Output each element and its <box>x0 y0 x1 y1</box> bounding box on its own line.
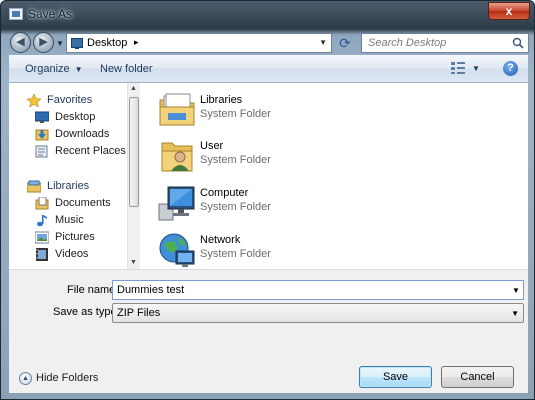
sidebar-item-label: Downloads <box>55 128 110 140</box>
navigation-pane-scrollbar[interactable]: ▲ ▼ <box>127 83 140 269</box>
item-name: Computer <box>200 187 249 199</box>
search-box[interactable]: Search Desktop <box>361 33 529 53</box>
file-name-label: File name: <box>67 284 119 296</box>
dialog-icon <box>9 8 23 20</box>
save-options-panel: File name: ▼ Save as type: ZIP Files ▼ ▲… <box>9 269 528 393</box>
recent-locations-dropdown[interactable]: ▼ <box>56 39 64 48</box>
videos-icon <box>36 248 48 261</box>
navigation-pane: Favorites Desktop Downloads Recent Place… <box>9 83 127 269</box>
libraries-icon <box>27 180 41 193</box>
item-name: Network <box>200 234 241 246</box>
file-list: Libraries System Folder User System Fold… <box>140 83 528 269</box>
address-bar[interactable]: Desktop ▸ ▼ <box>66 33 332 53</box>
sidebar-item-label: Recent Places <box>55 145 126 157</box>
forward-arrow-icon: ▶ <box>39 36 48 48</box>
sidebar-item-label: Music <box>55 214 84 226</box>
refresh-icon: ⟳ <box>339 35 351 51</box>
user-folder-icon <box>161 142 193 172</box>
address-location[interactable]: Desktop <box>87 37 127 49</box>
sidebar-group-label: Libraries <box>47 180 90 192</box>
chevron-down-icon: ▼ <box>511 309 519 318</box>
network-icon <box>159 233 195 267</box>
change-view-icon[interactable] <box>451 62 465 74</box>
organize-menu[interactable]: Organize ▼ <box>25 63 83 75</box>
list-item-user[interactable]: User System Folder <box>156 135 356 179</box>
item-type: System Folder <box>200 108 271 120</box>
sidebar-item-label: Desktop <box>55 111 96 123</box>
documents-icon <box>35 197 49 210</box>
item-name: Libraries <box>200 94 243 106</box>
new-folder-button[interactable]: New folder <box>100 63 153 75</box>
close-button[interactable]: x <box>488 2 530 20</box>
scroll-up-icon[interactable]: ▲ <box>130 85 137 92</box>
libraries-folder-icon <box>159 93 195 126</box>
recent-places-icon <box>35 145 48 158</box>
file-name-input[interactable] <box>112 280 524 300</box>
address-dropdown-icon[interactable]: ▼ <box>319 38 327 47</box>
pictures-icon <box>35 231 49 244</box>
list-item-libraries[interactable]: Libraries System Folder <box>156 89 356 133</box>
desktop-icon <box>35 111 49 123</box>
address-separator-icon[interactable]: ▸ <box>134 37 139 48</box>
sidebar-item-label: Documents <box>55 197 111 209</box>
cancel-button[interactable]: Cancel <box>441 366 514 388</box>
item-type: System Folder <box>200 201 271 213</box>
sidebar-group-label: Favorites <box>47 94 93 106</box>
window-title: Save As <box>28 7 73 21</box>
hide-folders-label: Hide Folders <box>36 372 99 384</box>
save-button[interactable]: Save <box>359 366 432 388</box>
title-bar[interactable]: Save As x <box>1 1 535 29</box>
list-item-network[interactable]: Network System Folder <box>156 229 356 273</box>
list-item-computer[interactable]: Computer System Folder <box>156 182 356 226</box>
command-toolbar: Organize ▼ New folder ▼ ? <box>9 55 528 83</box>
search-icon[interactable] <box>512 37 524 49</box>
view-options-dropdown[interactable]: ▼ <box>472 64 480 73</box>
sidebar-item-label: Videos <box>55 248 89 260</box>
save-as-type-value: ZIP Files <box>117 307 161 319</box>
downloads-icon <box>35 129 49 141</box>
navigation-bar: ◀ ▶ ▼ Desktop ▸ ▼ ⟳ Search Desktop <box>1 29 535 55</box>
dialog-content: Organize ▼ New folder ▼ ? Favorites Deskt… <box>9 55 528 393</box>
star-icon <box>27 94 41 107</box>
item-type: System Folder <box>200 154 271 166</box>
item-name: User <box>200 140 224 152</box>
computer-icon <box>158 186 195 221</box>
back-button[interactable]: ◀ <box>10 32 31 53</box>
back-arrow-icon: ◀ <box>16 36 25 48</box>
save-as-dialog: Save As x ◀ ▶ ▼ Desktop ▸ ▼ ⟳ Search Des… <box>0 0 535 400</box>
organize-label: Organize <box>25 63 70 75</box>
file-name-dropdown-icon[interactable]: ▼ <box>512 286 520 295</box>
refresh-button[interactable]: ⟳ <box>336 34 354 52</box>
scrollbar-thumb[interactable] <box>129 97 139 207</box>
item-type: System Folder <box>200 248 271 260</box>
desktop-location-icon <box>71 38 83 49</box>
music-icon <box>37 215 47 227</box>
save-as-type-label: Save as type: <box>53 306 120 318</box>
collapse-up-icon: ▲ <box>19 372 32 385</box>
scroll-down-icon[interactable]: ▼ <box>130 259 137 266</box>
search-placeholder[interactable]: Search Desktop <box>368 37 446 49</box>
save-as-type-select[interactable]: ZIP Files ▼ <box>112 303 524 323</box>
sidebar-item-label: Pictures <box>55 231 95 243</box>
chevron-down-icon: ▼ <box>74 65 83 74</box>
forward-button[interactable]: ▶ <box>33 32 54 53</box>
help-button[interactable]: ? <box>503 61 518 76</box>
